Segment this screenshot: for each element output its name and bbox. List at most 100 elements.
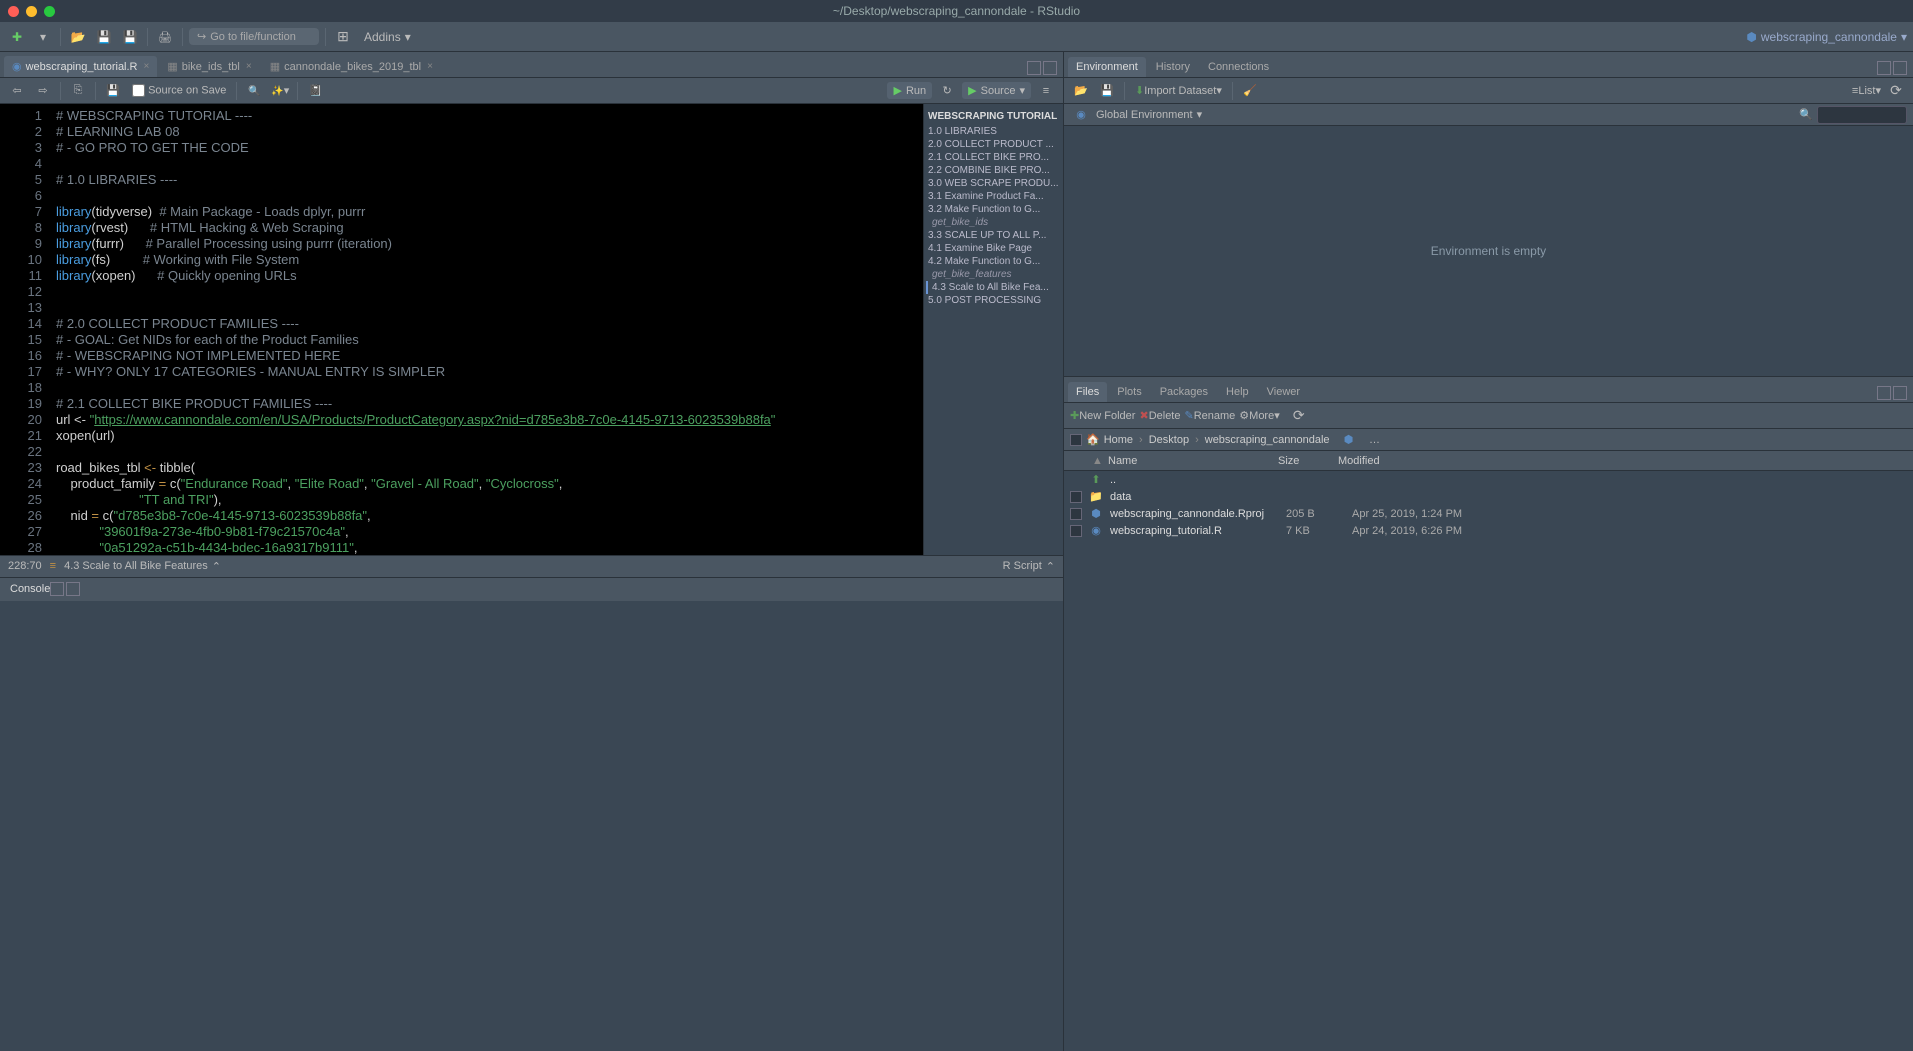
- project-selector[interactable]: ⬢ webscraping_cannondale ▾: [1746, 30, 1907, 44]
- run-button[interactable]: ▶ Run: [887, 82, 932, 99]
- maximize-pane-icon[interactable]: [1893, 61, 1907, 75]
- outline-item[interactable]: 3.1 Examine Product Fa...: [926, 190, 1061, 203]
- show-in-window-button[interactable]: ⎘: [67, 80, 89, 102]
- sort-indicator[interactable]: ▲: [1092, 455, 1108, 467]
- minimize-pane-icon[interactable]: [1877, 61, 1891, 75]
- r-file-icon: ◉: [12, 60, 22, 73]
- new-project-button[interactable]: ▾: [32, 26, 54, 48]
- tab-packages[interactable]: Packages: [1152, 382, 1216, 402]
- outline-item[interactable]: 3.3 SCALE UP TO ALL P...: [926, 229, 1061, 242]
- search-env-icon: 🔍: [1799, 108, 1813, 121]
- tab-cannondale-bikes[interactable]: ▦ cannondale_bikes_2019_tbl ×: [262, 56, 441, 77]
- file-row[interactable]: ⬢webscraping_cannondale.Rproj205 BApr 25…: [1064, 505, 1913, 522]
- up-folder-icon[interactable]: ⬆: [1088, 473, 1104, 486]
- rename-button[interactable]: ✎ Rename: [1184, 405, 1235, 427]
- env-scope[interactable]: Global Environment: [1096, 109, 1193, 121]
- refresh-env-button[interactable]: [1885, 80, 1907, 102]
- minimize-window-icon[interactable]: [26, 6, 37, 17]
- save-file-button[interactable]: 💾: [102, 80, 124, 102]
- source-on-save-checkbox[interactable]: Source on Save: [128, 84, 230, 97]
- outline-item[interactable]: 2.1 COLLECT BIKE PRO...: [926, 151, 1061, 164]
- document-outline[interactable]: WEBSCRAPING TUTORIAL1.0 LIBRARIES2.0 COL…: [923, 104, 1063, 555]
- outline-item[interactable]: 2.0 COLLECT PRODUCT ...: [926, 138, 1061, 151]
- close-tab-icon[interactable]: ×: [246, 61, 252, 72]
- minimize-pane-icon[interactable]: [1877, 386, 1891, 400]
- tab-webscraping-tutorial[interactable]: ◉ webscraping_tutorial.R ×: [4, 56, 157, 77]
- outline-button[interactable]: ≡: [1035, 80, 1057, 102]
- close-window-icon[interactable]: [8, 6, 19, 17]
- tab-environment[interactable]: Environment: [1068, 57, 1146, 77]
- compile-report-button[interactable]: 📓: [304, 80, 326, 102]
- outline-item[interactable]: 3.0 WEB SCRAPE PRODU...: [926, 177, 1061, 190]
- addins-button[interactable]: Addins ▾: [358, 26, 417, 48]
- tab-help[interactable]: Help: [1218, 382, 1257, 402]
- maximize-window-icon[interactable]: [44, 6, 55, 17]
- outline-item[interactable]: 4.3 Scale to All Bike Fea...: [926, 281, 1061, 294]
- save-button[interactable]: 💾: [93, 26, 115, 48]
- console-tab[interactable]: Console: [0, 577, 1063, 601]
- select-all-checkbox[interactable]: [1070, 434, 1082, 446]
- code-tools-button[interactable]: ▾: [269, 80, 291, 102]
- main-toolbar: ▾ 📂 💾 💾 ↪ Go to file/function Addins ▾ ⬢…: [0, 22, 1913, 52]
- file-type[interactable]: R Script: [1003, 560, 1042, 572]
- delete-button[interactable]: ✖ Delete: [1139, 405, 1180, 427]
- files-breadcrumb[interactable]: 🏠 Home › Desktop › webscraping_cannondal…: [1064, 429, 1913, 451]
- load-workspace-button[interactable]: 📂: [1070, 80, 1092, 102]
- grid-button[interactable]: [332, 26, 354, 48]
- refresh-files-button[interactable]: [1288, 405, 1310, 427]
- code-content[interactable]: # WEBSCRAPING TUTORIAL ----# LEARNING LA…: [50, 104, 923, 555]
- outline-item[interactable]: 4.1 Examine Bike Page: [926, 242, 1061, 255]
- save-all-button[interactable]: 💾: [119, 26, 141, 48]
- home-icon[interactable]: 🏠: [1086, 433, 1100, 446]
- back-button[interactable]: ⇦: [6, 80, 28, 102]
- import-icon: ⬇: [1135, 84, 1144, 97]
- tab-plots[interactable]: Plots: [1109, 382, 1149, 402]
- project-dir-button[interactable]: ⬢: [1338, 429, 1360, 451]
- goto-file-input[interactable]: ↪ Go to file/function: [189, 28, 319, 45]
- parent-dir-row[interactable]: ⬆..: [1064, 471, 1913, 488]
- print-button[interactable]: [154, 26, 176, 48]
- minimize-console-icon[interactable]: [50, 582, 64, 596]
- tab-bike-ids[interactable]: ▦ bike_ids_tbl ×: [159, 56, 259, 77]
- file-row[interactable]: 📁data: [1064, 488, 1913, 505]
- close-tab-icon[interactable]: ×: [144, 61, 150, 72]
- import-dataset-button[interactable]: ⬇ Import Dataset ▾: [1131, 80, 1226, 102]
- file-checkbox[interactable]: [1070, 491, 1082, 503]
- outline-item[interactable]: 3.2 Make Function to G...: [926, 203, 1061, 216]
- tab-files[interactable]: Files: [1068, 382, 1107, 402]
- new-folder-button[interactable]: ✚ New Folder: [1070, 405, 1135, 427]
- outline-item[interactable]: 2.2 COMBINE BIKE PRO...: [926, 164, 1061, 177]
- find-button[interactable]: [243, 80, 265, 102]
- new-file-button[interactable]: [6, 26, 28, 48]
- file-row[interactable]: ◉webscraping_tutorial.R7 KBApr 24, 2019,…: [1064, 522, 1913, 539]
- tab-connections[interactable]: Connections: [1200, 57, 1277, 77]
- more-path-button[interactable]: …: [1364, 429, 1386, 451]
- outline-item[interactable]: get_bike_features: [926, 268, 1061, 281]
- tab-viewer[interactable]: Viewer: [1259, 382, 1308, 402]
- outline-item[interactable]: 1.0 LIBRARIES: [926, 125, 1061, 138]
- outline-item[interactable]: get_bike_ids: [926, 216, 1061, 229]
- open-file-button[interactable]: 📂: [67, 26, 89, 48]
- outline-item[interactable]: 5.0 POST PROCESSING: [926, 294, 1061, 307]
- list-view-button[interactable]: ≡ List ▾: [1852, 80, 1881, 102]
- file-checkbox[interactable]: [1070, 525, 1082, 537]
- maximize-pane-icon[interactable]: [1043, 61, 1057, 75]
- file-checkbox[interactable]: [1070, 508, 1082, 520]
- close-tab-icon[interactable]: ×: [427, 61, 433, 72]
- r-scope-icon[interactable]: ◉: [1070, 104, 1092, 126]
- maximize-pane-icon[interactable]: [1893, 386, 1907, 400]
- search-env-input[interactable]: [1817, 106, 1907, 124]
- code-editor[interactable]: 1234567891011121314151617181920212223242…: [0, 104, 1063, 555]
- more-button[interactable]: More ▾: [1239, 405, 1279, 427]
- outline-item[interactable]: 4.2 Make Function to G...: [926, 255, 1061, 268]
- section-label[interactable]: 4.3 Scale to All Bike Features: [64, 560, 208, 572]
- env-body: Environment is empty: [1064, 126, 1913, 376]
- rerun-button[interactable]: ↻: [936, 80, 958, 102]
- tab-history[interactable]: History: [1148, 57, 1198, 77]
- save-workspace-button[interactable]: 💾: [1096, 80, 1118, 102]
- maximize-console-icon[interactable]: [66, 582, 80, 596]
- clear-workspace-button[interactable]: [1239, 80, 1261, 102]
- minimize-pane-icon[interactable]: [1027, 61, 1041, 75]
- source-button[interactable]: ▶ Source ▾: [962, 82, 1031, 99]
- forward-button[interactable]: ⇨: [32, 80, 54, 102]
